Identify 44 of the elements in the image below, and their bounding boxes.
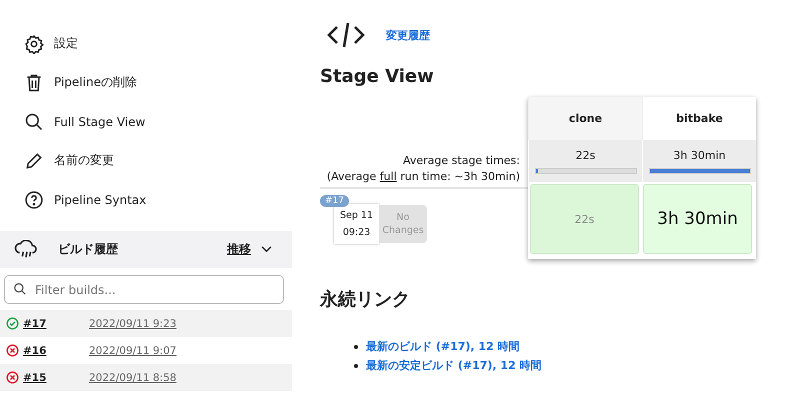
sidebar-link[interactable]: Pipelineの削除 [54,74,137,91]
permalink-link[interactable]: 最新のビルド (#17), 12 時間 [366,339,520,354]
trend-link[interactable]: 推移 [227,241,251,258]
search-icon [24,112,44,132]
build-time-link[interactable]: 2022/09/11 8:58 [89,372,176,384]
section-heading: 永続リンク [320,288,411,311]
search-icon [13,282,27,296]
help-icon [24,190,44,210]
changes-link[interactable]: 変更履歴 [386,28,430,42]
full-link[interactable]: full [380,170,397,183]
stage-average: 22s [576,148,596,162]
sidebar-link[interactable]: Pipeline Syntax [54,192,146,206]
check-circle-icon [6,317,19,330]
permalink-link[interactable]: 最新の安定ビルド (#17), 12 時間 [366,358,542,373]
stage-header: bitbake [642,97,756,140]
sidebar-link[interactable]: 設定 [54,35,78,52]
build-history-title: ビルド履歴 [58,241,119,258]
filter-field[interactable]: Filter builds... [4,275,284,304]
average-label: Average stage times: [403,154,520,167]
code-icon [326,20,366,50]
stage-average: 3h 30min [673,148,726,162]
cloud-rain-icon [14,240,38,260]
sidebar-link[interactable]: 名前の変更 [54,152,114,169]
section-heading: Stage View [320,66,435,87]
build-number-link[interactable]: #15 [23,372,89,384]
x-circle-icon [6,371,19,384]
run-time: 09:23 [342,227,370,238]
build-time-link[interactable]: 2022/09/11 9:23 [89,318,176,330]
bullet-icon [354,344,358,348]
chevron-down-icon[interactable] [261,246,272,253]
stage-cell[interactable]: 3h 30min [643,184,752,254]
build-number-link[interactable]: #16 [23,344,89,356]
average-full-label: (Average [326,170,376,183]
gear-icon [24,34,44,54]
build-number-link[interactable]: #17 [23,318,89,330]
pencil-icon [24,150,44,170]
bullet-icon [354,364,358,368]
stage-header: clone [528,97,642,140]
run-date: Sep 11 [340,210,374,221]
no-changes-box: No Changes [379,205,428,243]
build-time-link[interactable]: 2022/09/11 9:07 [89,344,176,356]
sidebar-link[interactable]: Full Stage View [54,114,146,128]
x-circle-icon [6,344,19,357]
average-full-label: run time: ~3h 30min) [400,170,520,183]
